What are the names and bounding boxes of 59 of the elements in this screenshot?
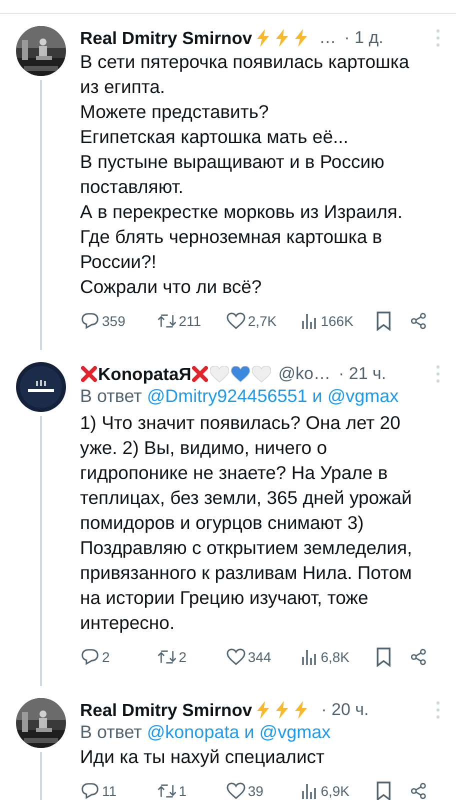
post-text: Египетская картошка мать её... (80, 125, 350, 149)
share-icon[interactable] (410, 647, 427, 667)
comment-icon (80, 312, 100, 330)
view-count[interactable]: 166K (298, 312, 376, 330)
lightning-icon (294, 701, 308, 719)
post-time: · 20 ч. (321, 700, 369, 720)
reply-joiner: и (312, 385, 322, 408)
post-time: · 21 ч. (338, 364, 386, 384)
reply-count[interactable]: 11 (80, 782, 157, 800)
post-text: Где блять черноземная картошка в России?! (80, 225, 384, 274)
author-name[interactable]: Real Dmitry Smirnov (80, 700, 252, 720)
post-text: Можете представить? (80, 100, 270, 124)
cross-icon (81, 366, 97, 382)
heart-icon (210, 366, 230, 382)
reply-count[interactable]: 359 (80, 312, 157, 330)
reply-label: В ответ (80, 385, 142, 408)
lightning-icon (256, 29, 270, 47)
repost-count[interactable]: 211 (156, 312, 226, 330)
post-text: Иди ка ты нахуй специалист (80, 745, 326, 769)
bookmark-icon[interactable] (375, 781, 393, 800)
heart-icon (226, 648, 246, 666)
post-text: Сожрали что ли всё? (80, 275, 263, 299)
cross-icon (192, 366, 208, 382)
comment-icon (80, 782, 100, 800)
lightning-icon (256, 701, 270, 719)
user-handle[interactable]: … (319, 28, 336, 48)
view-count[interactable]: 6,9K (298, 782, 376, 800)
author-name[interactable]: KonopataЯ (98, 364, 192, 384)
bookmark-icon[interactable] (375, 311, 393, 331)
bookmark-icon[interactable] (375, 647, 393, 667)
lightning-icon (275, 701, 290, 719)
post-text: А в перекрестке морковь из Израиля. (80, 200, 404, 224)
reply-label: В ответ (80, 721, 142, 744)
view-count[interactable]: 6,8K (298, 648, 376, 666)
heart-icon (226, 782, 246, 800)
comment-icon (80, 648, 100, 666)
like-count[interactable]: 2,7K (226, 312, 299, 330)
post-time: · 1 д. (344, 28, 384, 48)
share-icon[interactable] (410, 311, 427, 331)
like-count[interactable]: 39 (226, 782, 299, 800)
repost-icon (156, 648, 177, 666)
repost-count[interactable]: 2 (156, 648, 226, 666)
user-handle[interactable]: @ko… (278, 364, 330, 384)
heart-icon (226, 312, 246, 330)
post-text: В сети пятерочка появилась картошка из египта. (80, 50, 410, 99)
repost-icon (156, 312, 177, 330)
share-icon[interactable] (410, 781, 427, 800)
post-text: В пустыне выращивают и в Россию поставляют. (80, 150, 386, 199)
repost-count[interactable]: 1 (156, 782, 226, 800)
like-count[interactable]: 344 (226, 648, 299, 666)
reply-count[interactable]: 2 (80, 648, 157, 666)
lightning-icon (275, 29, 290, 47)
author-name[interactable]: Real Dmitry Smirnov (80, 28, 252, 48)
lightning-icon (294, 29, 308, 47)
reply-joiner: и (244, 721, 254, 744)
heart-icon (252, 366, 272, 382)
post-text: 1) Что значит появилась? Она лет 20 уже. 2) Вы, видимо, ничего о гидропонике не знаете? На Урале в теплицах, без земли, 365 дней урожай помидоров и огурцов снимают 3) Поздравляю с открытием земледелия, привязанного к разливам Нила. Потом на истории Грецию изучают, тоже интересно. (80, 411, 414, 635)
heart-icon (231, 366, 250, 382)
repost-icon (156, 782, 177, 800)
